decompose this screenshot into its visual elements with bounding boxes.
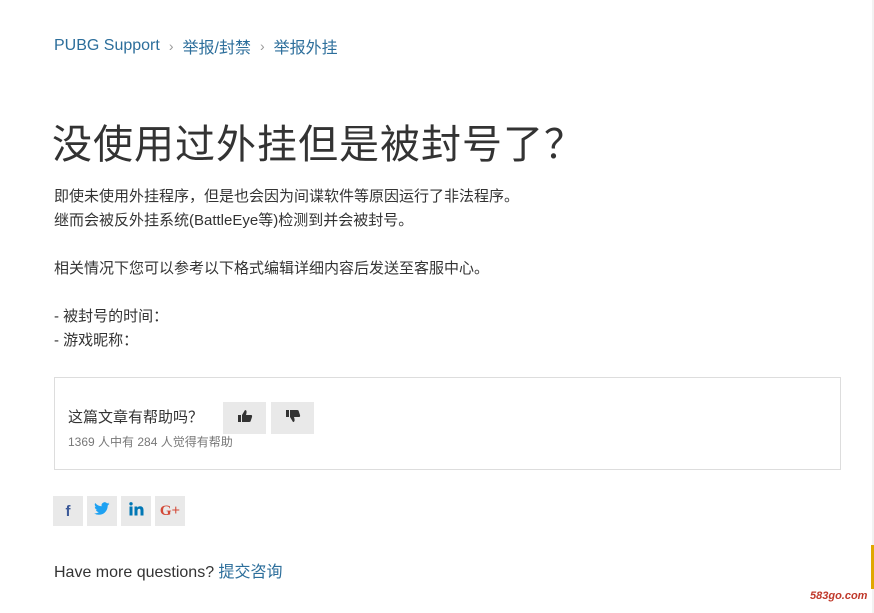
share-google-plus-button[interactable]: G+ — [155, 496, 185, 526]
submit-request-link[interactable]: 提交咨询 — [219, 564, 283, 581]
article-paragraph: 相关情况下您可以参考以下格式编辑详细内容后发送至客服中心。 — [54, 260, 490, 277]
article-paragraph: 即使未使用外挂程序，但是也会因为间谍软件等原因运行了非法程序。 — [54, 188, 520, 205]
article-body: 即使未使用外挂程序，但是也会因为间谍软件等原因运行了非法程序。 继而会被反外挂系… — [54, 185, 814, 353]
breadcrumb-report-ban[interactable]: 举报/封禁 — [183, 34, 251, 58]
share-bar: f G+ — [53, 496, 185, 526]
vote-down-button[interactable] — [271, 402, 314, 434]
vote-up-button[interactable] — [223, 402, 266, 434]
share-linkedin-button[interactable] — [121, 496, 151, 526]
share-facebook-button[interactable]: f — [53, 496, 83, 526]
thumbs-down-icon — [285, 409, 301, 428]
article-list-item: - 游戏昵称： — [54, 332, 139, 349]
chevron-right-icon: › — [259, 38, 265, 54]
site-watermark: 583go.com — [810, 590, 868, 602]
article-list-item: - 被封号的时间： — [54, 308, 169, 325]
more-questions-text: Have more questions? — [54, 564, 215, 581]
facebook-icon: f — [65, 502, 71, 520]
breadcrumb-home[interactable]: PUBG Support — [54, 37, 160, 55]
thumbs-up-icon — [237, 409, 253, 428]
article-paragraph: 继而会被反外挂系统(BattleEye等)检测到并会被封号。 — [54, 212, 414, 229]
share-twitter-button[interactable] — [87, 496, 117, 526]
breadcrumb: PUBG Support › 举报/封禁 › 举报外挂 — [54, 34, 338, 58]
breadcrumb-report-cheat[interactable]: 举报外挂 — [274, 34, 338, 58]
article-title: 没使用过外挂但是被封号了？ — [52, 122, 585, 168]
google-plus-icon: G+ — [159, 502, 181, 519]
chevron-right-icon: › — [168, 38, 174, 54]
twitter-icon — [94, 502, 110, 520]
more-questions: Have more questions? 提交咨询 — [54, 558, 283, 582]
vote-question: 这篇文章有帮助吗？ — [68, 409, 204, 426]
article-vote-panel: 这篇文章有帮助吗？ 1369 人中有 284 人觉得有帮助 — [54, 377, 841, 470]
vote-count: 1369 人中有 284 人觉得有帮助 — [68, 435, 233, 449]
linkedin-icon — [128, 502, 144, 520]
